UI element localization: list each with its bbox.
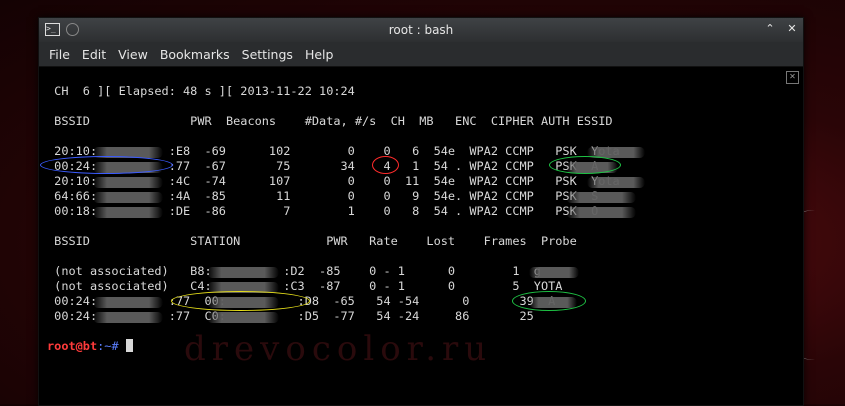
prompt-path: :~# — [97, 339, 119, 353]
menu-settings[interactable]: Settings — [236, 47, 299, 62]
terminal-window: >_ root : bash ⌃ ✕ File Edit View Bookma… — [38, 17, 804, 406]
station-table-header: BSSID STATION PWR Rate Lost Frames Probe — [47, 234, 577, 248]
redaction-blur — [587, 177, 645, 188]
redaction-blur — [93, 207, 163, 218]
menu-view[interactable]: View — [112, 47, 154, 62]
watermark: drevocolor.ru — [184, 329, 493, 369]
close-icon[interactable]: ✕ — [785, 22, 799, 36]
redaction-blur — [566, 192, 636, 203]
highlight-oval-channel — [372, 156, 399, 174]
terminal-area[interactable]: ✕ drevocolor.ru CH 6 ][ Elapsed: 48 s ][… — [39, 67, 803, 405]
redaction-blur — [207, 312, 279, 323]
menubar: File Edit View Bookmarks Settings Help — [39, 42, 803, 67]
station-row: (not associated) C4: :C3 -87 0 - 1 0 5 Y… — [47, 279, 563, 293]
text-cursor — [125, 339, 133, 352]
menu-file[interactable]: File — [43, 47, 76, 62]
menu-help[interactable]: Help — [299, 47, 340, 62]
window-title: root : bash — [388, 23, 454, 37]
highlight-oval-essid — [549, 156, 621, 174]
titlebar: >_ root : bash ⌃ ✕ — [39, 18, 803, 42]
redaction-blur — [207, 267, 279, 278]
highlight-oval-probe — [512, 291, 586, 311]
redaction-blur — [93, 297, 163, 308]
redaction-blur — [93, 177, 163, 188]
redaction-blur — [93, 312, 163, 323]
highlight-oval-bssid — [40, 156, 173, 174]
prompt-user: root@bt — [47, 339, 98, 353]
status-line: CH 6 ][ Elapsed: 48 s ][ 2013-11-22 10:2… — [47, 84, 355, 98]
redaction-blur — [529, 267, 579, 278]
redaction-blur — [566, 207, 636, 218]
maximize-icon[interactable]: ⌃ — [763, 22, 777, 36]
menu-bookmarks[interactable]: Bookmarks — [154, 47, 236, 62]
redaction-blur — [93, 192, 163, 203]
station-row: (not associated) B8: :D2 -85 0 - 1 0 1 g — [47, 264, 541, 278]
menu-edit[interactable]: Edit — [76, 47, 112, 62]
tab-close-icon[interactable]: ✕ — [786, 71, 799, 84]
highlight-oval-station — [171, 291, 310, 311]
shell-prompt: root@bt:~# — [47, 339, 133, 354]
ap-table-header: BSSID PWR Beacons #Data, #/s CH MB ENC C… — [47, 114, 613, 128]
